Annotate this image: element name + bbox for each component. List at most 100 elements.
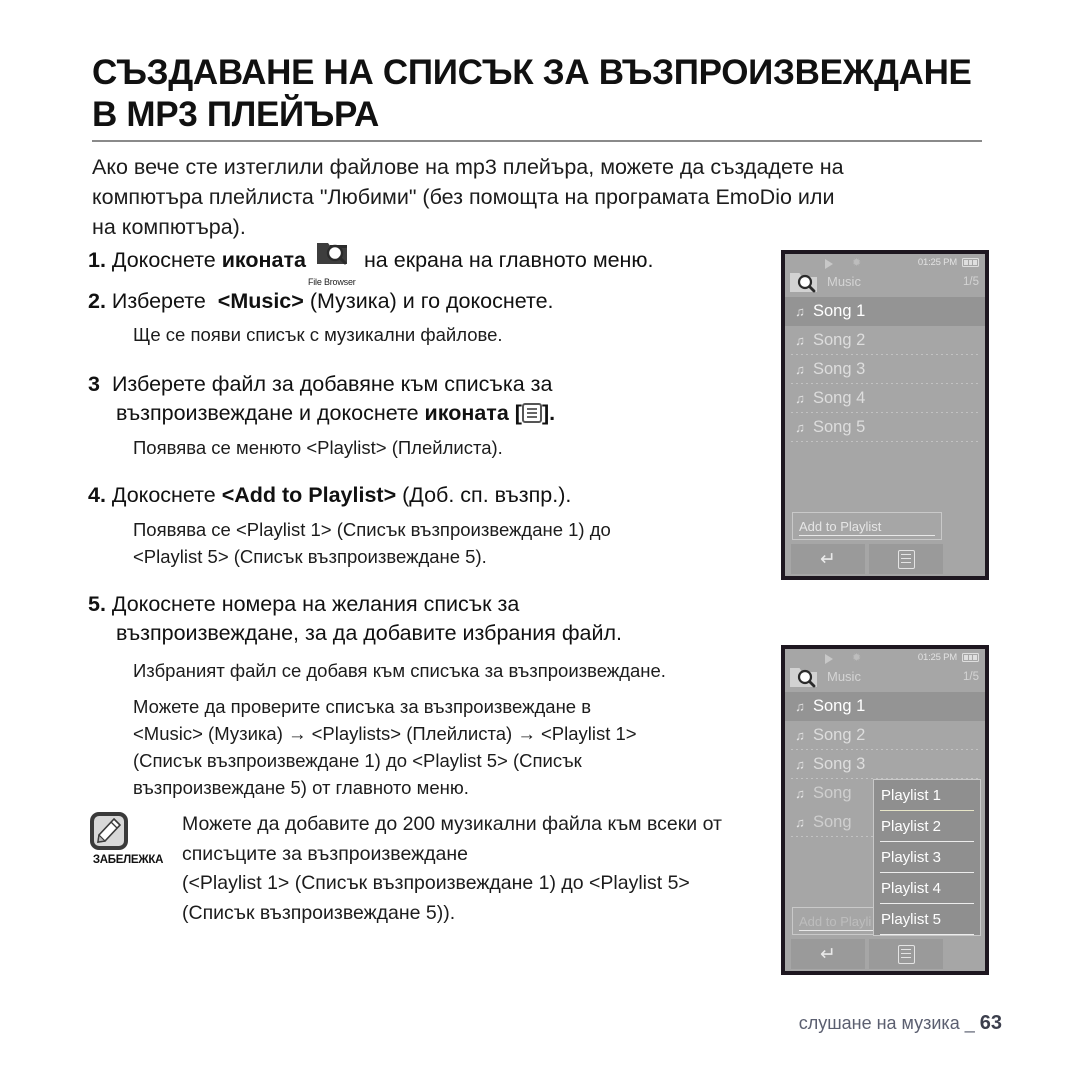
screen-1-song-list: ♫ Song 1 ♫ Song 2 ♫ Song 3 ♫ Song 4 ♫ So… — [785, 297, 985, 442]
list-item[interactable]: ♫ Song 1 — [785, 297, 985, 326]
playlist-menu-item-2[interactable]: Playlist 2 — [874, 811, 980, 842]
playlist-popup-menu: Playlist 1 Playlist 2 Playlist 3 Playlis… — [873, 779, 981, 936]
list-item[interactable]: ♫ Song 2 — [785, 721, 985, 750]
song-label: Song 1 — [813, 697, 866, 715]
footer-page-number: 63 — [979, 1012, 1002, 1034]
step-2-text-before: Изберете — [111, 289, 206, 313]
note-pen-icon — [90, 812, 128, 850]
step-4: 4. Докоснете <Add to Playlist> (Доб. сп.… — [88, 481, 788, 570]
music-note-icon: ♫ — [795, 391, 805, 406]
note-line-4: (Списък възпроизвеждане 5)). — [182, 901, 456, 924]
music-note-icon: ♫ — [795, 362, 805, 377]
screen-1-header: Music 1/5 — [785, 272, 985, 294]
step-3-bold: иконата — [424, 401, 509, 425]
manual-page: СЪЗДАВАНЕ НА СПИСЪК ЗА ВЪЗПРОИЗВЕЖДАНЕ В… — [0, 0, 1080, 1080]
page-title-line-2: В MP3 ПЛЕЙЪРА — [92, 95, 379, 134]
back-arrow-icon: ↵ — [820, 548, 836, 570]
row-divider — [791, 441, 979, 442]
music-note-icon: ♫ — [795, 699, 805, 714]
intro-paragraph: Ако вече сте изтеглили файлове на mp3 пл… — [92, 152, 987, 242]
note-label: ЗАБЕЛЕЖКА — [92, 854, 164, 866]
page-title-line-1: СЪЗДАВАНЕ НА СПИСЪК ЗА ВЪЗПРОИЗВЕЖДАНЕ — [92, 53, 972, 92]
song-label: Song — [813, 784, 852, 802]
song-label: Song 2 — [813, 331, 866, 349]
step-5-sub-2: Можете да проверите списъка за възпроизв… — [133, 696, 592, 717]
step-3-text-line1: Изберете файл за добавяне към списъка за — [111, 372, 553, 396]
file-browser-folder-icon — [790, 668, 817, 688]
step-1-text-after: на екрана на главното меню. — [363, 248, 654, 272]
step-2-text-after: (Музика) и го докоснете. — [309, 289, 554, 313]
status-time: 01:25 PM — [917, 652, 957, 663]
step-2: 2. Изберете <Music> (Музика) и го докосн… — [88, 287, 788, 348]
playlist-label: Playlist 1 — [881, 787, 942, 804]
play-icon — [825, 259, 833, 269]
step-3-bracket-open: [ — [514, 401, 522, 425]
step-5-line-2: възпроизвеждане, за да добавите избрания… — [116, 621, 623, 645]
menu-button[interactable] — [869, 544, 943, 574]
step-4-sub-1: Появява се <Playlist 1> (Списък възпроиз… — [133, 519, 611, 540]
song-label: Song 3 — [813, 360, 866, 378]
list-item[interactable]: ♫ Song 1 — [785, 692, 985, 721]
playlist-menu-item-5[interactable]: Playlist 5 — [874, 904, 980, 935]
step-4-sub-2: <Playlist 5> (Списък възпроизвеждане 5). — [133, 546, 487, 567]
music-note-icon: ♫ — [795, 304, 805, 319]
playlist-label: Playlist 3 — [881, 849, 942, 866]
battery-full-icon — [962, 653, 979, 662]
step-1-bold: иконата — [221, 248, 306, 272]
list-item[interactable]: ♫ Song 5 — [785, 413, 985, 442]
screen-1: ✹ 01:25 PM Music 1/5 ♫ Song 1 ♫ Song 2 ♫… — [785, 254, 985, 576]
list-item[interactable]: ♫ Song 4 — [785, 384, 985, 413]
intro-line-3: на компютъра). — [92, 215, 246, 239]
playlist-menu-item-3[interactable]: Playlist 3 — [874, 842, 980, 873]
step-2-bold: <Music> — [217, 289, 304, 313]
play-icon — [825, 654, 833, 664]
note-line-3: (<Playlist 1> (Списък възпроизвеждане 1)… — [182, 872, 690, 894]
step-4-bold: <Add to Playlist> — [221, 483, 397, 507]
step-3-bracket-close: ]. — [541, 401, 556, 425]
note-pen-icon-svg — [97, 817, 122, 843]
add-to-playlist-underline — [799, 534, 935, 536]
note-pen-icon-inner — [94, 816, 124, 846]
menu-button[interactable] — [869, 939, 943, 969]
screen-2-header: Music 1/5 — [785, 667, 985, 689]
note-line-1: Можете да добавите до 200 музикални файл… — [182, 813, 722, 835]
list-item[interactable]: ♫ Song 3 — [785, 750, 985, 779]
song-label: Song 3 — [813, 755, 866, 773]
step-4-text: 4. Докоснете <Add to Playlist> (Доб. сп.… — [88, 481, 788, 510]
music-note-icon: ♫ — [795, 757, 805, 772]
note-line-2: списъците за възпроизвеждане — [182, 842, 468, 865]
music-note-icon: ♫ — [795, 728, 805, 743]
step-2-sub-1: Ще се появи списък с музикални файлове. — [133, 324, 503, 345]
step-4-text-before: Докоснете — [111, 483, 216, 507]
back-button[interactable]: ↵ — [791, 544, 865, 574]
step-4-number: 4. — [88, 483, 106, 507]
playlist-menu-item-1[interactable]: Playlist 1 — [874, 780, 980, 811]
footer-chapter: слушане на музика _ — [798, 1013, 975, 1033]
step-5-text-line1: Докоснете номера на желания списък за — [111, 592, 520, 616]
back-arrow-icon: ↵ — [820, 943, 836, 965]
screen-1-count: 1/5 — [963, 276, 979, 288]
step-2-text: 2. Изберете <Music> (Музика) и го докосн… — [88, 287, 788, 316]
bluetooth-icon: ✹ — [852, 652, 862, 664]
list-item[interactable]: ♫ Song 2 — [785, 326, 985, 355]
playlist-label: Playlist 2 — [881, 818, 942, 835]
step-1: 1. Докоснете иконата File Browser на екр… — [88, 243, 788, 287]
playlist-label: Playlist 5 — [881, 911, 942, 928]
screen-1-title: Music — [827, 274, 861, 289]
step-2-number: 2. — [88, 289, 106, 313]
step-5-sub-5: възпроизвеждане 5) от главното меню. — [133, 777, 469, 798]
step-5-number: 5. — [88, 592, 106, 616]
music-note-icon: ♫ — [795, 786, 805, 801]
add-to-playlist-label: Add to Playli — [799, 913, 872, 929]
step-5: 5. Докоснете номера на желания списък за… — [88, 590, 788, 801]
music-note-icon: ♫ — [795, 333, 805, 348]
file-browser-icon: File Browser — [308, 243, 358, 287]
back-button[interactable]: ↵ — [791, 939, 865, 969]
playlist-menu-item-4[interactable]: Playlist 4 — [874, 873, 980, 904]
menu-icon — [521, 403, 542, 423]
add-to-playlist-button[interactable]: Add to Playlist — [792, 512, 942, 540]
song-label: Song — [813, 813, 852, 831]
step-5-sub-1: Избраният файл се добавя към списъка за … — [133, 660, 666, 681]
step-1-text-before: Докоснете — [111, 248, 216, 272]
list-item[interactable]: ♫ Song 3 — [785, 355, 985, 384]
